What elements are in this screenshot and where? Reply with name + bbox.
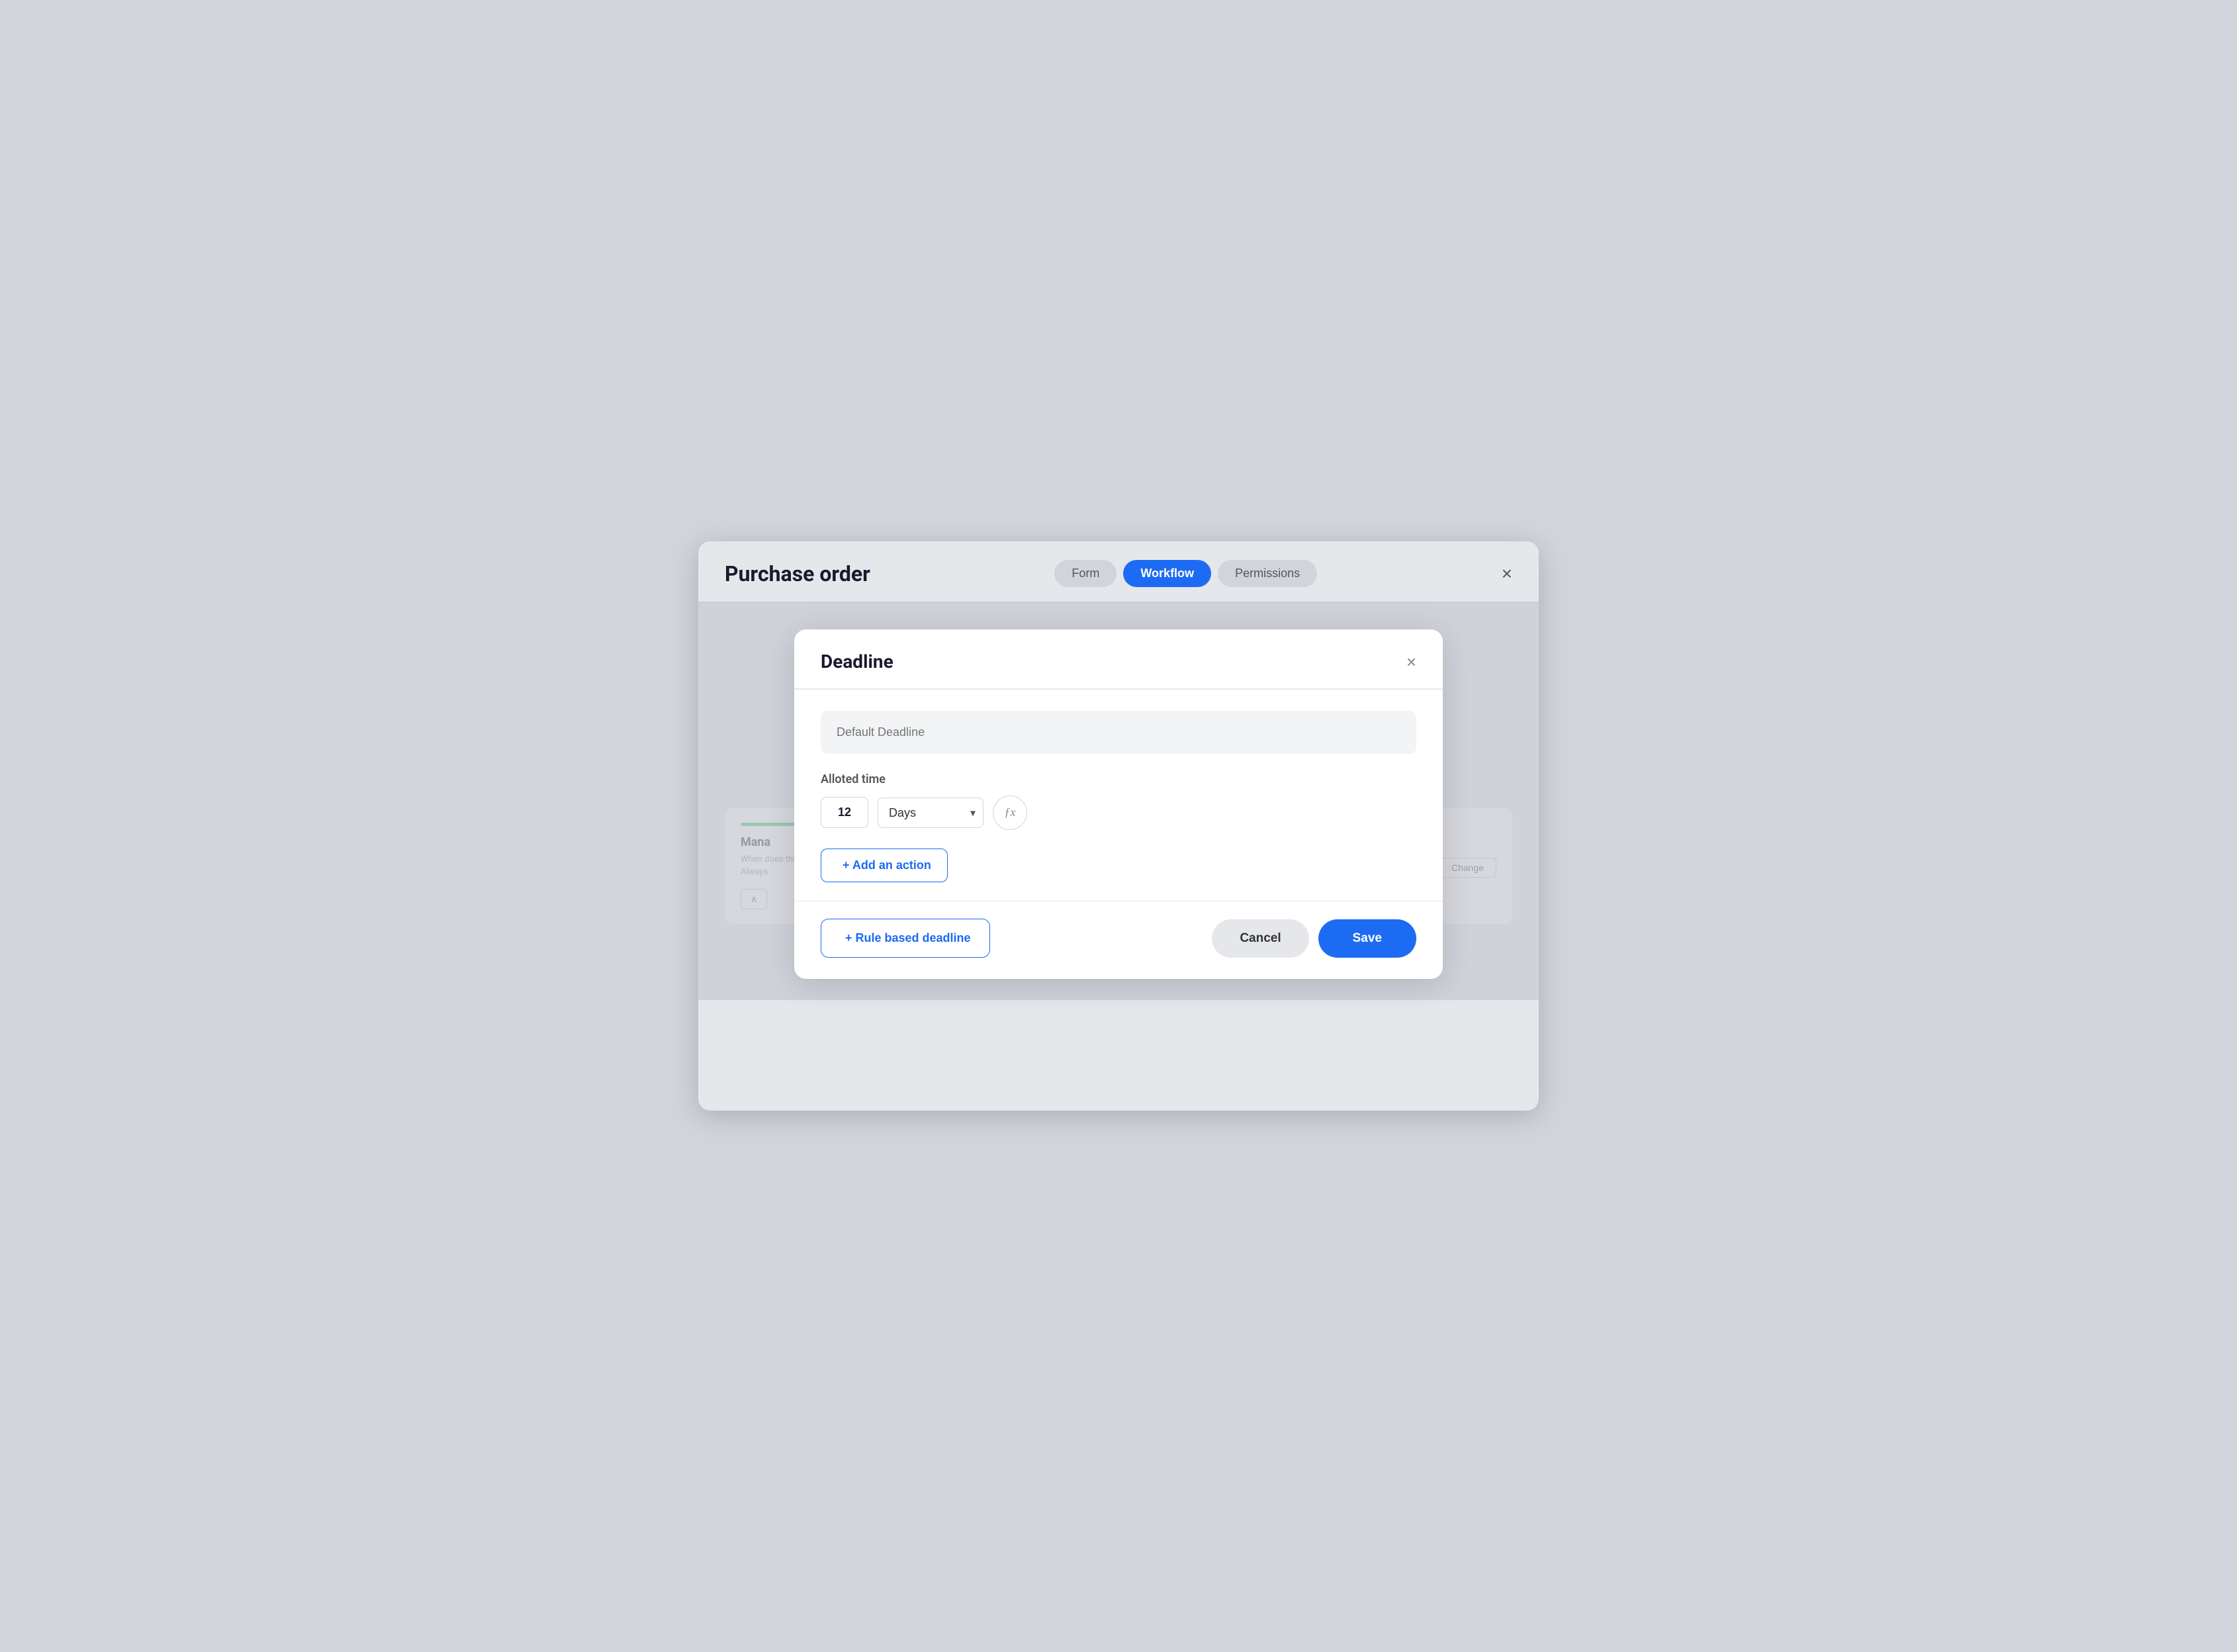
time-number-input[interactable] — [821, 797, 868, 828]
rule-based-label: + Rule based deadline — [845, 931, 971, 945]
fx-button[interactable]: ƒx — [993, 796, 1027, 830]
header-tabs: Form Workflow Permissions — [1054, 560, 1317, 587]
fx-icon: ƒx — [1005, 805, 1016, 819]
app-header: Purchase order Form Workflow Permissions… — [698, 541, 1539, 602]
app-close-icon: × — [1502, 563, 1512, 584]
alloted-time-label: Alloted time — [821, 772, 1416, 786]
default-deadline-input[interactable] — [821, 711, 1416, 754]
workflow-area: Mana When does this branch happen? Alway… — [698, 603, 1539, 1000]
modal-overlay: Deadline × Alloted time Minutes — [698, 603, 1539, 1000]
modal-close-button[interactable]: × — [1406, 653, 1416, 670]
modal-header: Deadline × — [794, 629, 1443, 688]
time-unit-select[interactable]: Minutes Hours Days Weeks — [878, 798, 983, 828]
tab-form[interactable]: Form — [1054, 560, 1117, 587]
add-action-label: + Add an action — [843, 858, 931, 872]
modal-title: Deadline — [821, 651, 893, 672]
footer-actions: Cancel Save — [1212, 919, 1416, 958]
modal-body: Alloted time Minutes Hours Days Weeks — [794, 690, 1443, 901]
add-action-button[interactable]: + Add an action — [821, 849, 948, 882]
deadline-modal: Deadline × Alloted time Minutes — [794, 629, 1443, 979]
app-close-button[interactable]: × — [1502, 565, 1512, 583]
tab-permissions[interactable]: Permissions — [1218, 560, 1317, 587]
save-button[interactable]: Save — [1318, 919, 1416, 958]
modal-close-icon: × — [1406, 652, 1416, 672]
rule-based-deadline-button[interactable]: + Rule based deadline — [821, 919, 990, 958]
page-title: Purchase order — [725, 561, 870, 586]
modal-footer: + Rule based deadline Cancel Save — [794, 901, 1443, 979]
app-container: Purchase order Form Workflow Permissions… — [698, 541, 1539, 1111]
alloted-time-row: Minutes Hours Days Weeks ƒx — [821, 796, 1416, 830]
cancel-button[interactable]: Cancel — [1212, 919, 1308, 958]
tab-workflow[interactable]: Workflow — [1123, 560, 1211, 587]
time-unit-select-wrapper: Minutes Hours Days Weeks — [878, 798, 983, 828]
